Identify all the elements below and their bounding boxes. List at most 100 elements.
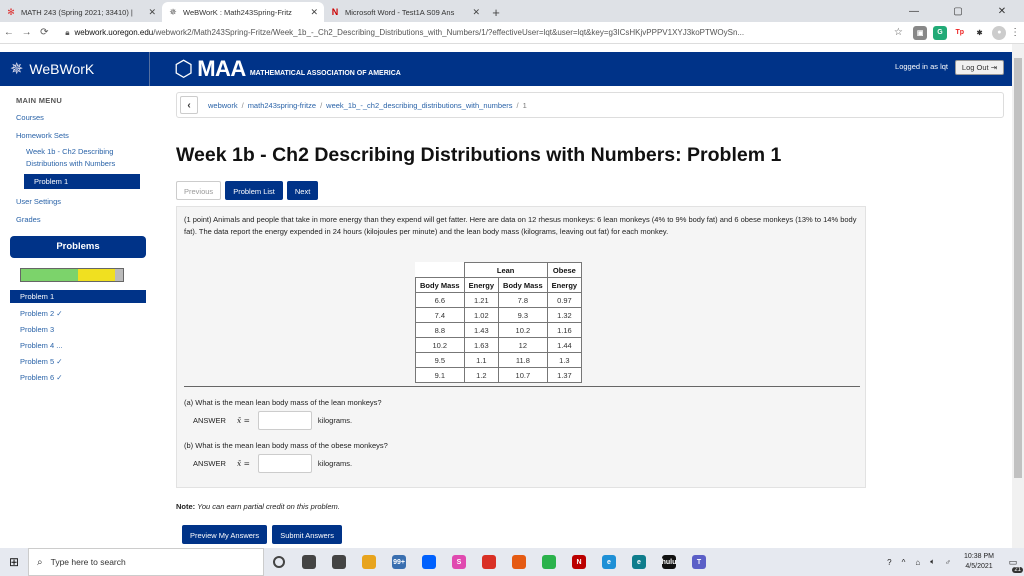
problem-link-1[interactable]: Problem 1 xyxy=(10,290,146,303)
tray-sync-icon[interactable]: ♂ xyxy=(945,558,951,567)
clock-date: 4/5/2021 xyxy=(965,563,993,570)
table-cell: 8.8 xyxy=(415,322,465,338)
taskbar-search-input[interactable]: ⌕ Type here to search xyxy=(28,548,264,576)
taskbar-app-3[interactable]: 99+ xyxy=(384,548,414,576)
taskbar-app-5[interactable]: S xyxy=(444,548,474,576)
sidebar-link-user-settings[interactable]: User Settings xyxy=(16,197,150,206)
close-icon[interactable]: ✕ xyxy=(310,7,318,18)
taskbar-app-9[interactable]: N xyxy=(564,548,594,576)
sidebar-link-grades[interactable]: Grades xyxy=(16,215,150,224)
column-header: Body Mass xyxy=(415,277,465,293)
problem-list: Problem 1 Problem 2 ✓ Problem 3 Problem … xyxy=(10,290,150,386)
logout-button[interactable]: Log Out ⇥ xyxy=(954,60,1004,75)
answer-a-input[interactable] xyxy=(257,411,312,430)
xbar-symbol: x̄ = xyxy=(237,416,250,425)
browser-tab-strip: ✻ MATH 243 (Spring 2021; 33410) | ✕ ✵ We… xyxy=(0,0,1024,22)
maa-logo[interactable]: ⬡ MAA MATHEMATICAL ASSOCIATION OF AMERIC… xyxy=(174,56,401,82)
taskbar-app-6[interactable] xyxy=(474,548,504,576)
scrollbar-thumb[interactable] xyxy=(1014,58,1022,478)
taskbar-app-13[interactable]: T xyxy=(684,548,714,576)
back-arrow-icon[interactable]: ← xyxy=(0,27,18,38)
taskbar-app-icon xyxy=(512,555,526,569)
breadcrumb-back-button[interactable]: ‹ xyxy=(180,96,198,114)
bookmark-star-icon[interactable]: ☆ xyxy=(890,27,908,38)
restore-icon[interactable]: ▢ xyxy=(936,0,980,22)
profile-avatar-icon[interactable]: ● xyxy=(992,25,1007,40)
column-header: Energy xyxy=(463,277,500,293)
breadcrumb-item-course[interactable]: math243spring-fritze xyxy=(248,101,316,110)
divider xyxy=(184,386,860,387)
taskbar-app-7[interactable] xyxy=(504,548,534,576)
problem-link-6[interactable]: Problem 6 ✓ xyxy=(16,370,150,386)
taskbar-app-8[interactable] xyxy=(534,548,564,576)
sidebar-link-current-set[interactable]: Week 1b - Ch2 Describing Distributions w… xyxy=(26,146,150,170)
problem-list-button[interactable]: Problem List xyxy=(225,181,283,200)
browser-tab-webwork[interactable]: ✵ WeBWorK : Math243Spring-Fritz ✕ xyxy=(162,2,324,22)
logout-icon: ⇥ xyxy=(990,63,997,72)
table-cell: 7.4 xyxy=(415,307,465,323)
tab-title: MATH 243 (Spring 2021; 33410) | xyxy=(21,7,133,17)
help-icon[interactable]: ? xyxy=(887,558,891,567)
url-path: /webwork2/Math243Spring-Fritze/Week_1b_-… xyxy=(153,28,745,37)
table-cell: 9.3 xyxy=(498,307,548,323)
previous-button[interactable]: Previous xyxy=(176,181,222,200)
taskbar-app-2[interactable] xyxy=(354,548,384,576)
volume-icon[interactable]: 🔈︎ xyxy=(930,557,935,567)
new-tab-button[interactable]: + xyxy=(486,2,506,22)
taskbar-app-12[interactable]: hulu xyxy=(654,548,684,576)
extension-icon[interactable]: ▣ xyxy=(913,25,928,40)
taskbar-app-10[interactable]: e xyxy=(594,548,624,576)
problem-link-3[interactable]: Problem 3 xyxy=(16,322,150,338)
taskbar-app-0[interactable] xyxy=(294,548,324,576)
sidebar-link-homework-sets[interactable]: Homework Sets xyxy=(16,131,150,140)
reload-icon[interactable]: ⟳ xyxy=(36,27,54,38)
forward-arrow-icon[interactable]: → xyxy=(18,27,36,38)
close-icon[interactable]: ✕ xyxy=(148,7,156,18)
page-scrollbar[interactable] xyxy=(1012,44,1024,548)
problem-link-4[interactable]: Problem 4 ... xyxy=(16,338,150,354)
sidebar-link-courses[interactable]: Courses xyxy=(16,113,150,122)
browser-tab-math243[interactable]: ✻ MATH 243 (Spring 2021; 33410) | ✕ xyxy=(0,2,162,22)
minimize-icon[interactable]: — xyxy=(892,0,936,22)
answer-b-input[interactable] xyxy=(257,454,312,473)
taskbar-app-11[interactable]: e xyxy=(624,548,654,576)
clock[interactable]: 10:38 PM 4/5/2021 xyxy=(964,552,994,572)
table-cell: 1.3 xyxy=(546,352,583,368)
webwork-logo[interactable]: ✵ WeBWorK xyxy=(0,52,150,86)
breadcrumb-item-set[interactable]: week_1b_-_ch2_describing_distributions_w… xyxy=(326,101,512,110)
taskbar-app-icon xyxy=(362,555,376,569)
taskbar-app-4[interactable] xyxy=(414,548,444,576)
tp-extension-icon[interactable]: Tp xyxy=(952,25,967,40)
column-header: Energy xyxy=(546,277,583,293)
menu-dots-icon[interactable]: ⋮ xyxy=(1006,27,1024,38)
progress-remaining xyxy=(114,269,123,281)
table-cell: 11.8 xyxy=(498,352,548,368)
puzzle-icon[interactable]: ✱ xyxy=(972,25,987,40)
network-icon[interactable]: ⌂ xyxy=(915,558,920,567)
close-icon[interactable]: ✕ xyxy=(472,7,480,18)
table-cell: 1.43 xyxy=(463,322,500,338)
windows-start-icon[interactable]: ⊞ xyxy=(0,548,28,576)
taskbar-app-icon xyxy=(422,555,436,569)
notification-icon[interactable]: ▭ 21 xyxy=(1002,548,1024,576)
problem-link-2[interactable]: Problem 2 ✓ xyxy=(16,306,150,322)
chevron-up-icon[interactable]: ^ xyxy=(902,558,906,567)
submit-answers-button[interactable]: Submit Answers xyxy=(272,525,342,544)
breadcrumb-item-webwork[interactable]: webwork xyxy=(208,101,238,110)
main-menu-heading: MAIN MENU xyxy=(16,96,63,105)
table-row: 9.1 1.2 10.7 1.37 xyxy=(415,367,583,383)
table-cell: 1.37 xyxy=(546,367,583,383)
next-button[interactable]: Next xyxy=(286,181,319,200)
cortana-icon[interactable] xyxy=(264,548,294,576)
taskbar-app-1[interactable] xyxy=(324,548,354,576)
browser-tab-word[interactable]: N Microsoft Word - Test1A S09 Ans ✕ xyxy=(324,2,486,22)
sidebar-item-current-problem[interactable]: Problem 1 xyxy=(24,174,140,189)
problem-link-5[interactable]: Problem 5 ✓ xyxy=(16,354,150,370)
table-cell: 1.02 xyxy=(463,307,500,323)
breadcrumb-separator: / xyxy=(320,100,323,110)
close-window-icon[interactable]: ✕ xyxy=(980,0,1024,22)
preview-answers-button[interactable]: Preview My Answers xyxy=(182,525,268,544)
url-input[interactable]: 🔒︎ webwork.uoregon.edu /webwork2/Math243… xyxy=(59,24,889,42)
grammarly-icon[interactable]: G xyxy=(933,25,947,40)
taskbar-app-icon: S xyxy=(452,555,466,569)
